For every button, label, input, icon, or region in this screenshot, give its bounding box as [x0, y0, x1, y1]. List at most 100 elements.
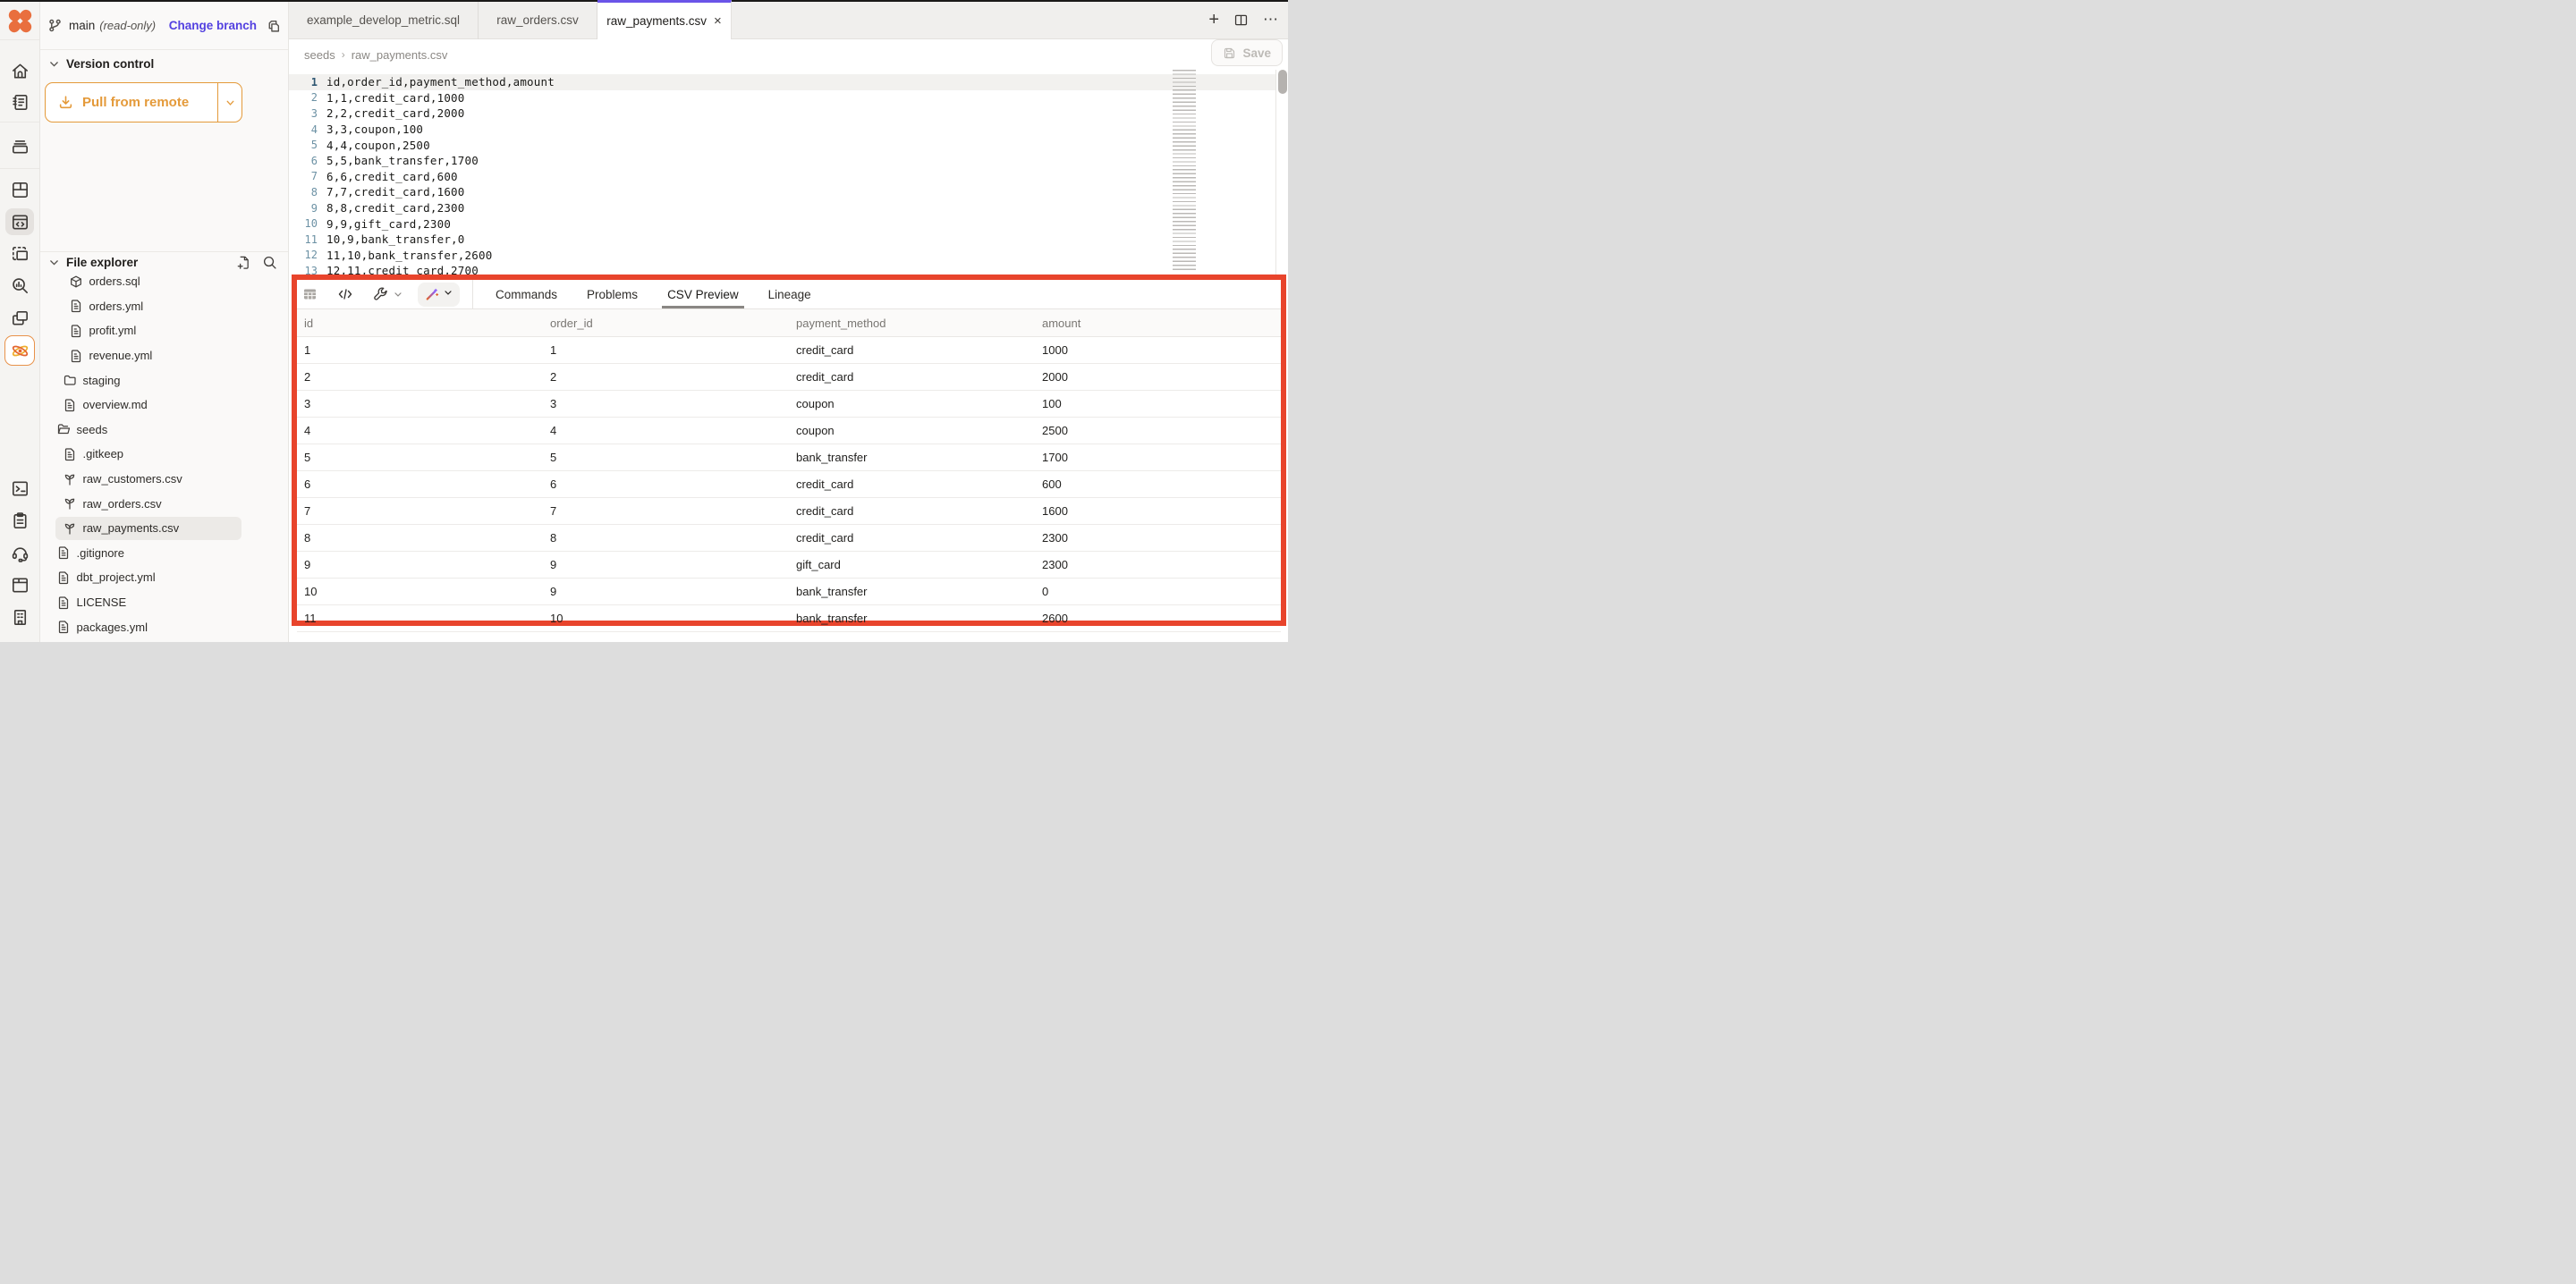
new-tab-icon[interactable]: +: [1208, 10, 1219, 30]
more-icon[interactable]: ⋯: [1263, 11, 1279, 29]
table-cell: 2500: [1035, 424, 1281, 437]
file-tree-item-overview-md[interactable]: overview.md: [40, 393, 288, 418]
table-cell: 7: [297, 504, 543, 518]
tab-raw-orders-csv[interactable]: raw_orders.csv: [479, 0, 597, 39]
dbt-logo[interactable]: [0, 2, 39, 40]
file-label: .gitignore: [77, 546, 124, 560]
file-tree-item-revenue-yml[interactable]: revenue.yml: [40, 343, 288, 368]
table-row: 33coupon100: [297, 391, 1281, 418]
file-tree-item--gitignore[interactable]: .gitignore: [40, 541, 288, 566]
toolbar-divider: [472, 280, 473, 309]
csv-table-body: 11credit_card100022credit_card200033coup…: [297, 337, 1281, 632]
file-tree-item-dbt-project-yml[interactable]: dbt_project.yml: [40, 565, 288, 590]
save-button[interactable]: Save: [1211, 39, 1283, 66]
file-tree-item-profit-yml[interactable]: profit.yml: [40, 318, 288, 343]
wrench-icon[interactable]: [373, 287, 403, 302]
dashboard-icon[interactable]: [5, 176, 34, 203]
table-cell: coupon: [789, 397, 1035, 410]
file-tree-item-raw-payments-csv[interactable]: raw_payments.csv: [40, 516, 288, 541]
close-icon[interactable]: ×: [714, 14, 722, 28]
change-branch-link[interactable]: Change branch: [169, 19, 257, 32]
folder-icon: [63, 373, 77, 387]
chevron-down-icon[interactable]: [393, 289, 403, 300]
file-tree-item--gitkeep[interactable]: .gitkeep: [40, 442, 288, 467]
copy-icon[interactable]: [266, 18, 281, 33]
line-number: 9: [289, 202, 318, 215]
terminal-icon[interactable]: [5, 475, 34, 502]
split-view-icon[interactable]: [1233, 13, 1249, 28]
query-insights-icon[interactable]: [5, 272, 34, 299]
code-line: 76,6,credit_card,600: [289, 169, 1275, 185]
organization-icon[interactable]: [5, 604, 34, 630]
file-icon: [56, 545, 71, 560]
table-cell: 2: [543, 370, 789, 384]
code-editor[interactable]: 1id,order_id,payment_method,amount21,1,c…: [289, 70, 1288, 275]
panel-tab-problems[interactable]: Problems: [587, 280, 638, 308]
file-label: revenue.yml: [89, 349, 153, 362]
line-number: 10: [289, 217, 318, 230]
pull-from-remote-button[interactable]: Pull from remote: [45, 82, 242, 122]
panel-tab-commands[interactable]: Commands: [496, 280, 557, 308]
main-area: example_develop_metric.sqlraw_orders.csv…: [289, 0, 1288, 642]
breadcrumb-folder[interactable]: seeds: [304, 48, 335, 62]
editor-scrollbar[interactable]: [1275, 70, 1288, 275]
table-cell: credit_card: [789, 504, 1035, 518]
file-label: profit.yml: [89, 324, 137, 337]
breadcrumb-file[interactable]: raw_payments.csv: [352, 48, 448, 62]
tab-raw-payments-csv[interactable]: raw_payments.csv×: [597, 0, 732, 39]
line-number: 6: [289, 155, 318, 167]
column-header-amount: amount: [1035, 317, 1281, 330]
table-cell: 2000: [1035, 370, 1281, 384]
file-label: orders.yml: [89, 300, 144, 313]
file-explorer-header[interactable]: File explorer: [48, 256, 138, 269]
table-cell: 1: [297, 343, 543, 357]
file-tree-item-raw-orders-csv[interactable]: raw_orders.csv: [40, 491, 288, 516]
line-number: 13: [289, 265, 318, 275]
file-label: orders.sql: [89, 275, 140, 288]
dbt-assist-icon[interactable]: [4, 335, 35, 366]
file-label: .gitkeep: [83, 447, 124, 460]
stack-icon[interactable]: [5, 132, 34, 159]
tab-example-develop-metric-sql[interactable]: example_develop_metric.sql: [289, 0, 479, 39]
line-number: 1: [289, 76, 318, 89]
file-tree-item-packages-yml[interactable]: packages.yml: [40, 614, 288, 639]
bottom-panel-toolbar: Commands Problems CSV Preview Lineage: [297, 280, 1281, 309]
download-icon: [58, 95, 73, 110]
code-line: 1110,9,bank_transfer,0: [289, 232, 1275, 248]
search-icon[interactable]: [262, 255, 277, 270]
file-tree-item-license[interactable]: LICENSE: [40, 590, 288, 615]
pull-options-chevron[interactable]: [217, 83, 242, 122]
table-view-icon[interactable]: [302, 287, 318, 301]
table-cell: 9: [543, 558, 789, 571]
file-tree-item-staging[interactable]: staging: [40, 367, 288, 393]
file-icon: [63, 398, 77, 412]
file-tree-item-orders-sql[interactable]: orders.sql: [40, 269, 288, 294]
file-icon: [56, 620, 71, 634]
new-file-icon[interactable]: [235, 255, 250, 270]
panel-tab-csv-preview[interactable]: CSV Preview: [667, 280, 739, 308]
panel-tab-lineage[interactable]: Lineage: [768, 280, 811, 308]
clipboard-icon[interactable]: [5, 507, 34, 534]
table-cell: 6: [543, 477, 789, 491]
code-editor-icon[interactable]: [5, 208, 34, 235]
editor-scrollbar-thumb[interactable]: [1278, 70, 1287, 94]
notebook-icon[interactable]: [5, 89, 34, 115]
file-tree-item-raw-customers-csv[interactable]: raw_customers.csv: [40, 467, 288, 492]
browser-icon[interactable]: [5, 571, 34, 598]
table-cell: credit_card: [789, 531, 1035, 545]
dbt-assist-wand-button[interactable]: [418, 283, 460, 307]
version-control-header[interactable]: Version control: [48, 57, 154, 71]
home-icon[interactable]: [5, 57, 34, 84]
git-branch-icon: [47, 18, 63, 33]
bottom-panel-tabs: Commands Problems CSV Preview Lineage: [496, 280, 811, 308]
support-headset-icon[interactable]: [5, 539, 34, 566]
frame-icon[interactable]: [5, 241, 34, 267]
code-view-icon[interactable]: [337, 287, 353, 301]
chevron-down-icon[interactable]: [443, 286, 453, 302]
file-tree-item-seeds[interactable]: seeds: [40, 418, 288, 443]
windows-icon[interactable]: [5, 305, 34, 332]
file-tree-item-orders-yml[interactable]: orders.yml: [40, 294, 288, 319]
table-row: 99gift_card2300: [297, 552, 1281, 579]
code-line: 1312,11,credit_card,2700: [289, 263, 1275, 275]
minimap[interactable]: [1171, 70, 1202, 273]
